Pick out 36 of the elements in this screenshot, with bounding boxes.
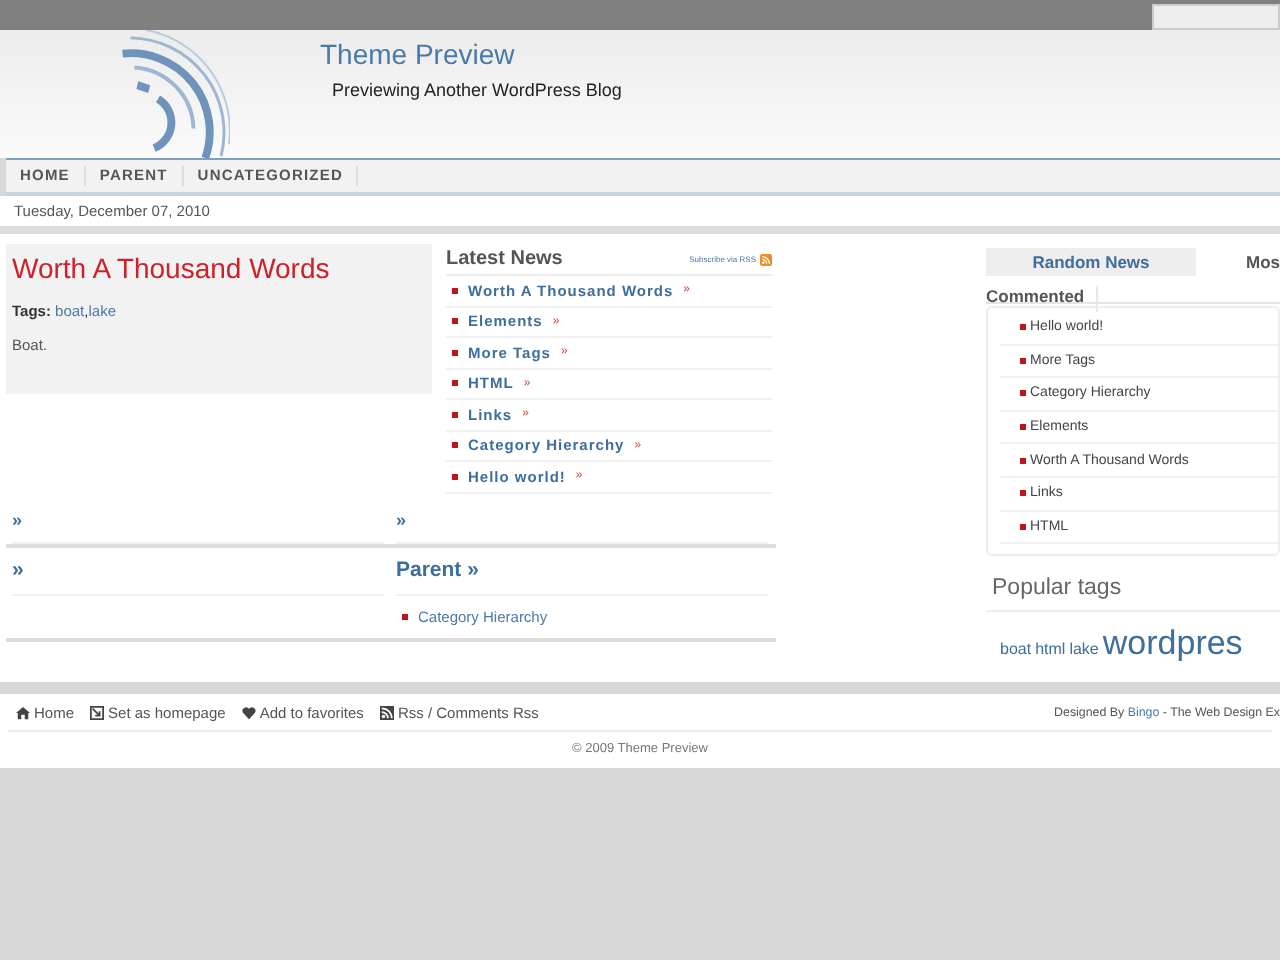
- category-title[interactable]: Parent »: [396, 547, 768, 595]
- bullet-icon: [452, 473, 458, 480]
- bullet-icon: [1020, 324, 1026, 331]
- tag-link[interactable]: lake: [1069, 640, 1099, 659]
- bullet-icon: [1020, 424, 1026, 431]
- rss-icon[interactable]: [760, 253, 772, 265]
- section-title: Latest News: [446, 248, 563, 270]
- window-arrow-icon: [90, 705, 105, 719]
- tag-link[interactable]: html: [1035, 640, 1066, 659]
- site-tagline: Previewing Another WordPress Blog: [332, 80, 622, 100]
- tag-link[interactable]: boat: [1000, 640, 1032, 659]
- tab-label[interactable]: Commented: [986, 286, 1099, 312]
- bullet-icon: [1020, 490, 1026, 497]
- search-field[interactable]: [1152, 4, 1280, 30]
- bullet-icon: [452, 380, 458, 387]
- bullet-icon: [452, 411, 458, 418]
- category-title[interactable]: »: [12, 509, 384, 543]
- site-title[interactable]: Theme Preview: [320, 38, 515, 70]
- bullet-icon: [452, 349, 458, 356]
- bullet-icon: [1020, 457, 1026, 464]
- heart-icon: [241, 705, 256, 719]
- bullet-icon: [452, 442, 458, 449]
- sidebar-tab[interactable]: Random News: [986, 248, 1196, 276]
- bullet-icon: [452, 318, 458, 325]
- bullet-icon: [1020, 390, 1026, 397]
- house-icon: [16, 705, 30, 719]
- post-title[interactable]: Worth A Thousand Words: [12, 252, 330, 284]
- category-title[interactable]: »: [396, 509, 768, 543]
- bullet-icon: [1020, 357, 1026, 364]
- bullet-icon: [1020, 523, 1026, 530]
- category-title[interactable]: »: [12, 547, 384, 595]
- bullet-icon: [402, 613, 408, 619]
- section-title: Popular tags: [992, 576, 1122, 601]
- tag-link[interactable]: wordpres: [1102, 624, 1243, 665]
- bullet-icon: [452, 287, 458, 294]
- rss-icon: [379, 705, 394, 719]
